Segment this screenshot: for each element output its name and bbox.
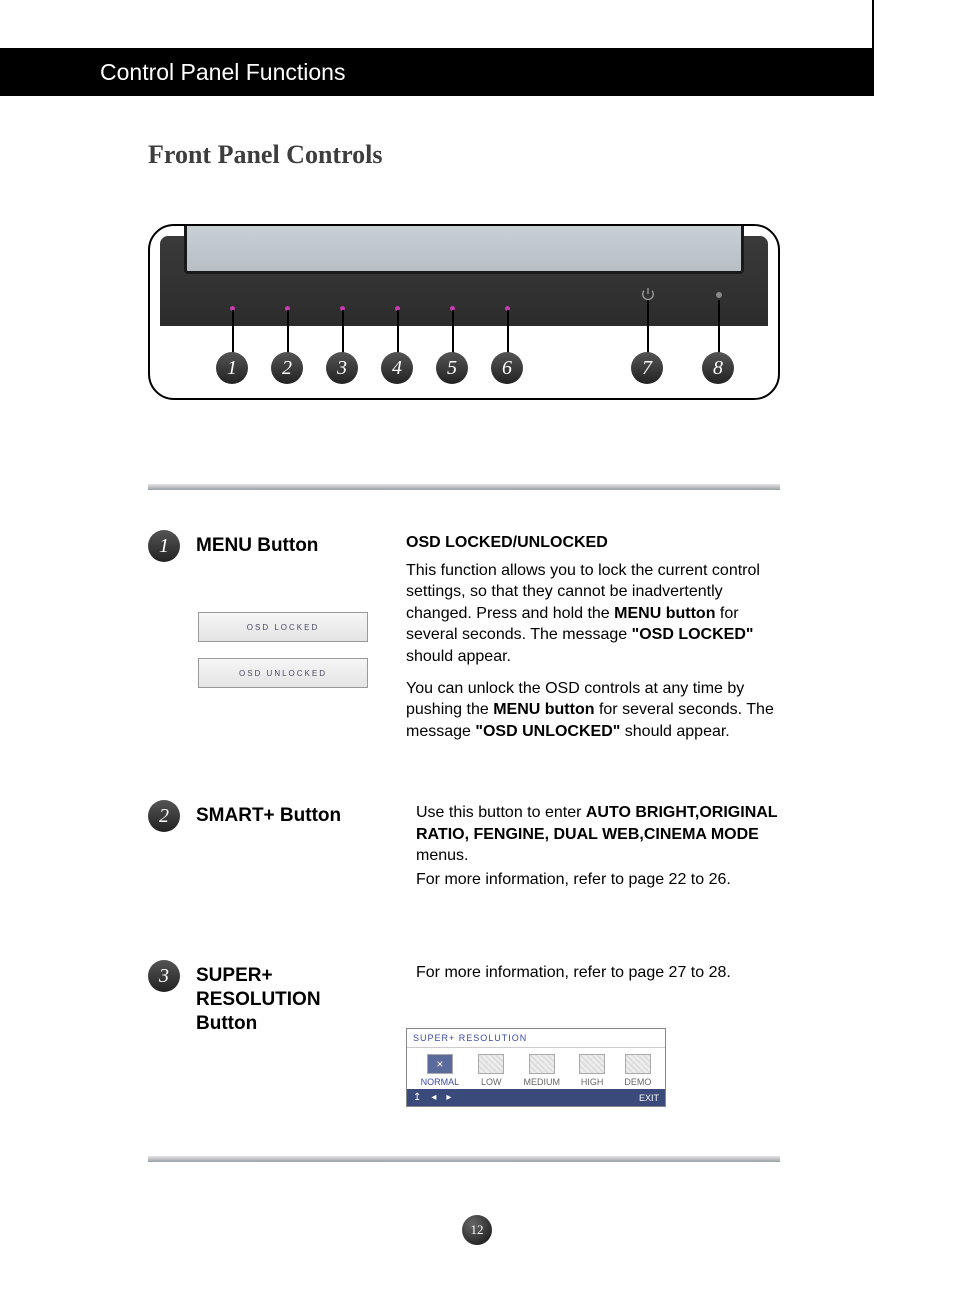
up-arrow-icon: ↥	[413, 1092, 421, 1103]
divider-top	[148, 484, 780, 490]
left-arrow-icon: ◂	[431, 1092, 436, 1103]
label-superres-button: SUPER+ RESOLUTION Button	[196, 964, 386, 1035]
smart-p1: Use this button to enter AUTO BRIGHT,ORI…	[416, 802, 780, 867]
sr-opt-medium: MEDIUM	[523, 1054, 560, 1087]
desc-smart-button: Use this button to enter AUTO BRIGHT,ORI…	[416, 802, 780, 900]
diagram-num-5: 5	[436, 352, 468, 384]
right-arrow-icon: ▸	[446, 1092, 451, 1103]
label-smart-button: SMART+ Button	[196, 804, 386, 828]
diagram-num-1: 1	[216, 352, 248, 384]
lead-5	[452, 310, 454, 354]
bullet-1: 1	[148, 530, 180, 562]
sr-opt-low: LOW	[478, 1054, 504, 1087]
superres-p1: For more information, refer to page 27 t…	[416, 962, 780, 984]
sr-title: SUPER+ RESOLUTION	[407, 1029, 665, 1048]
desc-superres-button: For more information, refer to page 27 t…	[416, 962, 780, 994]
lead-4	[397, 310, 399, 354]
desc-menu-button: OSD LOCKED/UNLOCKED This function allows…	[406, 532, 780, 752]
super-resolution-widget: SUPER+ RESOLUTION NORMAL LOW MEDIUM HIGH…	[406, 1028, 666, 1107]
sr-options-row: NORMAL LOW MEDIUM HIGH DEMO	[407, 1048, 665, 1089]
sr-opt-demo: DEMO	[624, 1054, 651, 1087]
diagram-num-2: 2	[271, 352, 303, 384]
monitor-screen	[184, 224, 744, 274]
osd-p1: This function allows you to lock the cur…	[406, 560, 780, 668]
lead-7	[647, 300, 649, 354]
sr-footer: ↥ ◂ ▸ EXIT	[407, 1089, 665, 1106]
lead-6	[507, 310, 509, 354]
header-title: Control Panel Functions	[100, 59, 345, 86]
diagram-num-8: 8	[702, 352, 734, 384]
monitor-bezel	[160, 236, 768, 326]
sr-exit: EXIT	[639, 1093, 659, 1103]
sr-swatch-demo	[625, 1054, 651, 1074]
header-bar: Control Panel Functions	[0, 48, 874, 96]
front-panel-diagram: 1 2 3 4 5 6 7 8	[148, 224, 780, 400]
section-subtitle: Front Panel Controls	[148, 140, 382, 170]
label-menu-button: MENU Button	[196, 534, 386, 558]
lead-1	[232, 310, 234, 354]
lead-8	[718, 300, 720, 354]
diagram-num-7: 7	[631, 352, 663, 384]
lead-2	[287, 310, 289, 354]
sr-swatch-medium	[529, 1054, 555, 1074]
diagram-num-4: 4	[381, 352, 413, 384]
osd-unlocked-box: OSD UNLOCKED	[198, 658, 368, 688]
sr-swatch-normal	[427, 1054, 453, 1074]
sr-swatch-high	[579, 1054, 605, 1074]
sr-opt-normal: NORMAL	[421, 1054, 460, 1087]
lead-3	[342, 310, 344, 354]
osd-p2: You can unlock the OSD controls at any t…	[406, 678, 780, 743]
diagram-num-6: 6	[491, 352, 523, 384]
osd-locked-box: OSD LOCKED	[198, 612, 368, 642]
sr-swatch-low	[478, 1054, 504, 1074]
power-led	[716, 292, 722, 298]
diagram-num-3: 3	[326, 352, 358, 384]
bullet-3: 3	[148, 960, 180, 992]
smart-p2: For more information, refer to page 22 t…	[416, 869, 780, 891]
bullet-2: 2	[148, 800, 180, 832]
divider-bottom	[148, 1156, 780, 1162]
sr-opt-high: HIGH	[579, 1054, 605, 1087]
osd-heading: OSD LOCKED/UNLOCKED	[406, 532, 780, 554]
page-number: 12	[462, 1215, 492, 1245]
